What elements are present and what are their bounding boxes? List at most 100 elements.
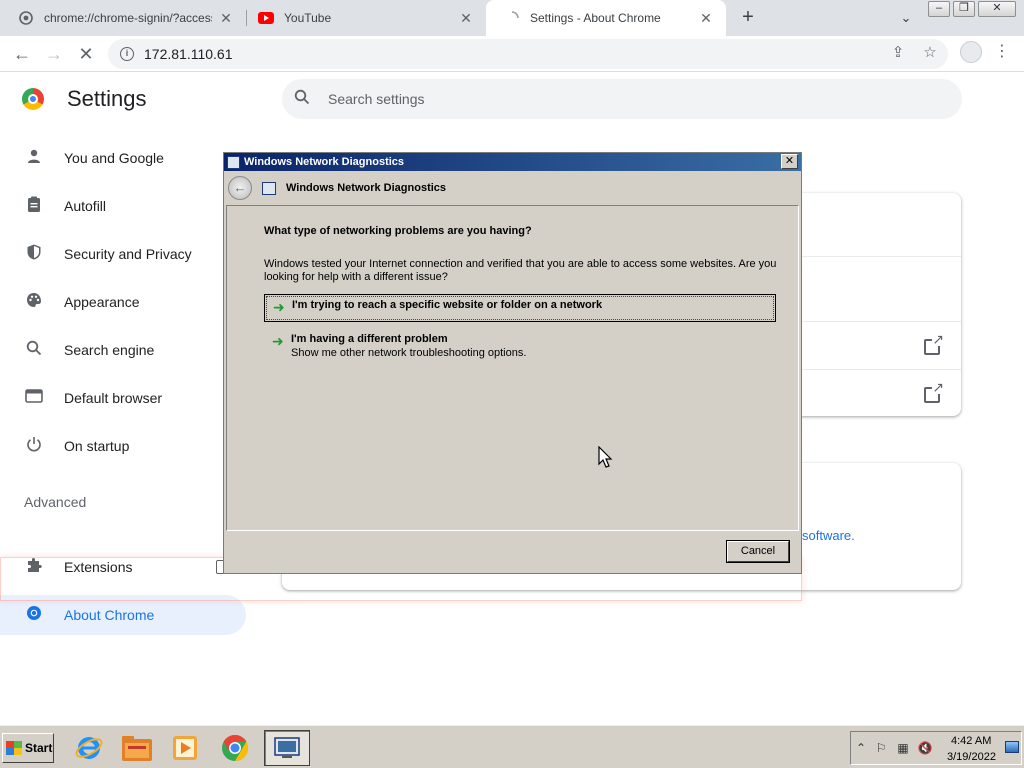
- tab-strip: chrome://chrome-signin/?access_po ✕ YouT…: [0, 0, 1024, 36]
- search-settings-input[interactable]: Search settings: [282, 79, 962, 119]
- new-tab-button[interactable]: +: [736, 6, 760, 30]
- more-menu-icon[interactable]: ⋮: [994, 42, 1010, 62]
- dialog-close-button[interactable]: ✕: [781, 154, 798, 169]
- tab-settings-about-chrome[interactable]: Settings - About Chrome ✕: [486, 0, 726, 36]
- network-diagnostics-icon: [262, 181, 276, 195]
- dialog-question: What type of networking problems are you…: [264, 225, 532, 237]
- dialog-description: Windows tested your Internet connection …: [264, 258, 777, 283]
- media-player-icon[interactable]: [166, 730, 204, 766]
- external-link-icon[interactable]: [924, 332, 945, 355]
- action-center-flag-icon[interactable]: ⚐: [873, 740, 889, 756]
- back-button[interactable]: ←: [8, 40, 36, 68]
- chrome-logo-icon: [22, 88, 44, 110]
- option-label: I'm having a different problem: [291, 333, 448, 345]
- chrome-page-icon: [18, 10, 34, 26]
- sidebar-item-label: About Chrome: [64, 607, 155, 623]
- search-icon: [294, 89, 312, 110]
- sidebar-item-label: Appearance: [64, 294, 140, 310]
- restore-button[interactable]: ❐: [953, 1, 975, 17]
- bookmark-star-icon[interactable]: ☆: [921, 44, 939, 62]
- sidebar-item-autofill[interactable]: Autofill: [0, 186, 250, 226]
- share-icon[interactable]: ⇪: [889, 44, 907, 62]
- loading-spinner-icon: [504, 10, 520, 26]
- dialog-body: [226, 205, 799, 531]
- option-different-problem[interactable]: ➜ I'm having a different problem Show me…: [264, 329, 776, 365]
- dialog-header-title: Windows Network Diagnostics: [286, 182, 447, 194]
- option-label: I'm trying to reach a specific website o…: [292, 299, 603, 311]
- search-placeholder: Search settings: [328, 91, 425, 107]
- puzzle-piece-icon: [24, 557, 44, 578]
- file-explorer-icon[interactable]: [118, 730, 156, 766]
- search-icon: [24, 340, 44, 361]
- sidebar-item-label: Default browser: [64, 390, 163, 406]
- windows-taskbar: Start ⌃ ⚐ ▦ 🔇 4:42 AM 3/19/2022: [0, 724, 1024, 768]
- stop-loading-button[interactable]: ✕: [72, 40, 100, 68]
- clock-date[interactable]: 3/19/2022: [947, 751, 996, 763]
- page-title: Settings: [67, 86, 147, 111]
- tab-search-chevron-icon[interactable]: ⌄: [894, 6, 918, 30]
- sidebar-item-security-and-privacy[interactable]: Security and Privacy: [0, 234, 250, 274]
- sidebar-item-label: Security and Privacy: [64, 246, 192, 262]
- network-diagnostics-dialog: Windows Network Diagnostics ✕ ← Windows …: [223, 152, 802, 574]
- browser-icon: [24, 388, 44, 408]
- green-arrow-icon: ➜: [273, 299, 285, 315]
- network-status-icon[interactable]: ▦: [895, 740, 911, 756]
- window-close-button[interactable]: ✕: [978, 1, 1016, 17]
- internet-explorer-icon[interactable]: [70, 730, 108, 766]
- forward-button[interactable]: →: [40, 40, 68, 68]
- network-diagnostics-taskbar-button[interactable]: [264, 730, 310, 766]
- sidebar-item-you-and-google[interactable]: You and Google: [0, 138, 250, 178]
- profile-avatar-icon[interactable]: [960, 41, 982, 63]
- sidebar-item-appearance[interactable]: Appearance: [0, 282, 250, 322]
- back-arrow-icon[interactable]: ←: [228, 176, 252, 200]
- address-bar[interactable]: i 172.81.110.61: [108, 39, 948, 69]
- green-arrow-icon: ➜: [272, 333, 284, 349]
- url-text: 172.81.110.61: [144, 46, 233, 62]
- chrome-icon[interactable]: [216, 730, 254, 766]
- tab-youtube[interactable]: YouTube ✕: [240, 0, 486, 36]
- youtube-icon: [258, 10, 274, 26]
- network-diagnostics-icon: [227, 155, 240, 169]
- option-subtext: Show me other network troubleshooting op…: [291, 347, 527, 359]
- dialog-title-bar[interactable]: Windows Network Diagnostics: [224, 153, 801, 171]
- chrome-icon: [24, 605, 44, 626]
- mouse-cursor-icon: [598, 446, 613, 468]
- system-tray: ⌃ ⚐ ▦ 🔇 4:42 AM 3/19/2022: [850, 731, 1022, 765]
- tab-close-button[interactable]: ✕: [458, 10, 474, 26]
- power-icon: [24, 436, 44, 457]
- minimize-button[interactable]: –: [928, 1, 950, 17]
- cancel-button[interactable]: Cancel: [727, 541, 789, 562]
- shield-icon: [24, 244, 44, 265]
- start-button[interactable]: Start: [2, 733, 54, 763]
- dialog-window-title: Windows Network Diagnostics: [244, 156, 405, 168]
- option-specific-website[interactable]: ➜ I'm trying to reach a specific website…: [264, 294, 776, 322]
- advanced-section-toggle[interactable]: Advanced: [24, 494, 86, 510]
- tab-title: chrome://chrome-signin/?access_po: [44, 11, 212, 25]
- sidebar-item-label: You and Google: [64, 150, 164, 166]
- external-link-icon[interactable]: [924, 380, 945, 403]
- tab-close-button[interactable]: ✕: [218, 10, 234, 26]
- tab-close-button[interactable]: ✕: [698, 10, 714, 26]
- sidebar-item-search-engine[interactable]: Search engine: [0, 330, 250, 370]
- sidebar-item-about-chrome[interactable]: About Chrome: [0, 595, 246, 635]
- clipboard-icon: [24, 196, 44, 217]
- sidebar-item-default-browser[interactable]: Default browser: [0, 378, 250, 418]
- browser-toolbar: ← → ✕ i 172.81.110.61: [0, 36, 1024, 72]
- show-desktop-icon[interactable]: [1005, 741, 1019, 753]
- sidebar-item-label: On startup: [64, 438, 130, 454]
- volume-muted-icon[interactable]: 🔇: [917, 740, 933, 756]
- tab-chrome-signin[interactable]: chrome://chrome-signin/?access_po ✕: [0, 0, 246, 36]
- windows-flag-icon: [6, 741, 22, 755]
- sidebar-item-extensions[interactable]: Extensions: [0, 547, 250, 587]
- sidebar-item-label: Autofill: [64, 198, 107, 214]
- sidebar-item-label: Extensions: [64, 559, 133, 575]
- palette-icon: [24, 292, 44, 313]
- info-icon[interactable]: i: [120, 47, 134, 61]
- sidebar-item-on-startup[interactable]: On startup: [0, 426, 250, 466]
- dialog-header: ← Windows Network Diagnostics: [225, 172, 800, 204]
- tab-title: Settings - About Chrome: [530, 11, 661, 25]
- show-hidden-icons-chevron-icon[interactable]: ⌃: [853, 740, 869, 756]
- clock-time[interactable]: 4:42 AM: [951, 735, 991, 747]
- software-link[interactable]: software.: [802, 528, 855, 543]
- person-icon: [24, 148, 44, 169]
